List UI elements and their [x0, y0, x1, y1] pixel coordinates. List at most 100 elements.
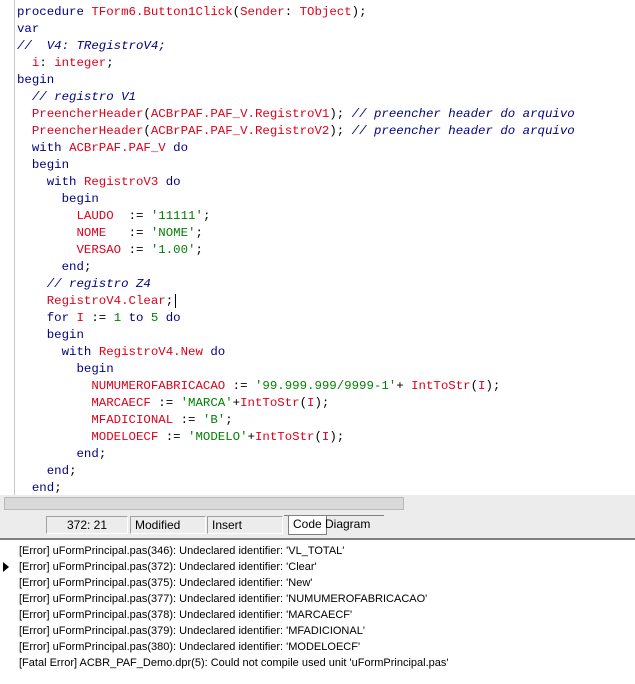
code-line[interactable]: procedure TForm6.Button1Click(Sender: TO… — [17, 4, 575, 21]
code-editor[interactable]: procedure TForm6.Button1Click(Sender: TO… — [0, 0, 635, 495]
code-token: to — [128, 311, 151, 325]
code-token: ( — [299, 396, 308, 410]
code-line[interactable]: PreencherHeader(ACBrPAF.PAF_V.RegistroV1… — [17, 106, 575, 123]
tab-diagram[interactable]: Diagram — [321, 516, 374, 534]
code-line[interactable]: LAUDO := '11111'; — [17, 208, 575, 225]
code-line[interactable]: begin — [17, 72, 575, 89]
code-token: ); — [485, 379, 501, 393]
code-token: + — [232, 396, 241, 410]
scrollbar-thumb[interactable] — [4, 497, 404, 510]
message-list[interactable]: [Error] uFormPrincipal.pas(346): Undecla… — [0, 538, 635, 684]
code-token: ACBrPAF.PAF_V.RegistroV1 — [150, 107, 330, 121]
code-line[interactable]: RegistroV4.Clear; — [17, 293, 575, 310]
horizontal-scrollbar[interactable] — [0, 495, 635, 512]
message-item[interactable]: [Error] uFormPrincipal.pas(378): Undecla… — [19, 607, 352, 623]
message-item[interactable]: [Error] uFormPrincipal.pas(379): Undecla… — [19, 623, 365, 639]
code-token: // preencher header do arquivo — [351, 107, 575, 121]
message-item[interactable]: [Error] uFormPrincipal.pas(380): Undecla… — [19, 639, 360, 655]
code-token: ; — [69, 464, 77, 478]
code-line[interactable]: MARCAECF := 'MARCA'+IntToStr(I); — [17, 395, 575, 412]
code-token: ; — [83, 260, 92, 274]
code-line[interactable]: i: integer; — [17, 55, 575, 72]
code-token: ; — [202, 209, 211, 223]
code-line[interactable]: begin — [17, 361, 575, 378]
code-line[interactable]: begin — [17, 157, 575, 174]
code-line[interactable]: NOME := 'NOME'; — [17, 225, 575, 242]
code-token: MODELOECF — [91, 430, 166, 444]
message-item[interactable]: [Error] uFormPrincipal.pas(377): Undecla… — [19, 591, 427, 607]
code-token: // V4: TRegistroV4; — [17, 39, 166, 53]
code-line[interactable]: // registro Z4 — [17, 276, 575, 293]
code-line[interactable]: // V4: TRegistroV4; — [17, 38, 575, 55]
code-line[interactable]: for I := 1 to 5 do — [17, 310, 575, 327]
code-token: RegistroV4.New — [98, 345, 211, 359]
code-token: PreencherHeader — [31, 107, 144, 121]
code-token: ( — [232, 5, 241, 19]
code-token: PreencherHeader — [31, 124, 144, 138]
code-token: IntToStr — [254, 430, 315, 444]
code-line[interactable]: var — [17, 21, 575, 38]
code-token: := — [180, 413, 203, 427]
code-line[interactable]: with ACBrPAF.PAF_V do — [17, 140, 575, 157]
code-token: VERSAO — [76, 243, 129, 257]
code-token: ; — [195, 226, 203, 240]
code-token: TObject — [299, 5, 352, 19]
code-token: ); — [329, 430, 345, 444]
code-line[interactable]: begin — [17, 327, 575, 344]
editor-gutter[interactable] — [0, 0, 15, 495]
code-token: end — [31, 481, 55, 495]
code-token: end — [46, 464, 70, 478]
code-line[interactable]: MODELOECF := 'MODELO'+IntToStr(I); — [17, 429, 575, 446]
code-token: := — [128, 226, 151, 240]
code-line[interactable]: PreencherHeader(ACBrPAF.PAF_V.RegistroV2… — [17, 123, 575, 140]
code-token: ; — [165, 294, 174, 308]
code-token: '1.00' — [150, 243, 196, 257]
message-item[interactable]: [Error] uFormPrincipal.pas(346): Undecla… — [19, 543, 344, 559]
code-token: ( — [314, 430, 322, 444]
code-token: ); — [329, 124, 352, 138]
code-token: ACBrPAF.PAF_V — [69, 141, 174, 155]
code-line[interactable]: end; — [17, 446, 575, 463]
code-token: ; — [98, 447, 107, 461]
code-token: begin — [46, 328, 84, 342]
code-token: ; — [54, 481, 62, 495]
code-line[interactable]: begin — [17, 191, 575, 208]
message-item[interactable]: [Fatal Error] ACBR_PAF_Demo.dpr(5): Coul… — [19, 655, 449, 671]
code-area[interactable]: procedure TForm6.Button1Click(Sender: TO… — [17, 4, 575, 495]
code-line[interactable]: end; — [17, 463, 575, 480]
code-line[interactable]: VERSAO := '1.00'; — [17, 242, 575, 259]
code-line[interactable]: with RegistroV4.New do — [17, 344, 575, 361]
code-token: + — [247, 430, 255, 444]
code-token: IntToStr — [411, 379, 471, 393]
code-line[interactable]: end; — [17, 259, 575, 276]
code-line[interactable]: NUMUMEROFABRICACAO := '99.999.999/9999-1… — [17, 378, 575, 395]
code-line[interactable]: with RegistroV3 do — [17, 174, 575, 191]
message-item[interactable]: [Error] uFormPrincipal.pas(372): Undecla… — [19, 559, 317, 575]
code-token: + — [396, 379, 412, 393]
code-token: : — [39, 56, 55, 70]
code-token: // preencher header do arquivo — [351, 124, 575, 138]
code-token: 'MARCA' — [180, 396, 233, 410]
code-line[interactable]: MFADICIONAL := 'B'; — [17, 412, 575, 429]
text-caret — [175, 294, 176, 308]
code-token: do — [210, 345, 226, 359]
message-item[interactable]: [Error] uFormPrincipal.pas(375): Undecla… — [19, 575, 312, 591]
code-token: ; — [195, 243, 203, 257]
code-token: with — [46, 175, 84, 189]
code-line[interactable]: end; — [17, 480, 575, 495]
code-line[interactable]: // registro V1 — [17, 89, 575, 106]
